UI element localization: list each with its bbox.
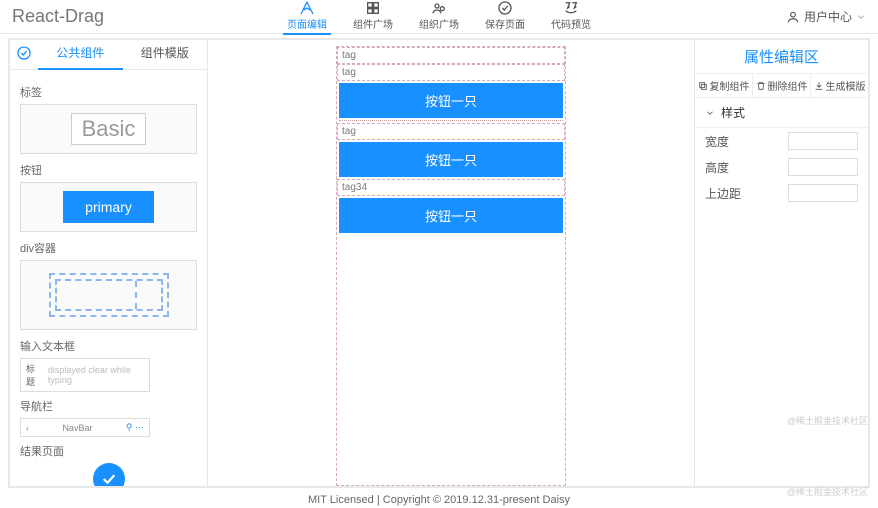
trash-icon xyxy=(756,81,766,91)
panel-title: 属性编辑区 xyxy=(695,40,868,73)
label-input: 输入文本框 xyxy=(20,338,197,354)
canvas-button[interactable]: 按钮一只 xyxy=(339,198,563,233)
canvas-tag[interactable]: tag34 xyxy=(337,179,565,196)
canvas-tag[interactable]: tag xyxy=(337,64,565,81)
canvas-tag[interactable]: tag xyxy=(337,47,565,64)
user-label: 用户中心 xyxy=(804,8,852,25)
label-div: div容器 xyxy=(20,240,197,256)
nav-icon xyxy=(299,0,315,16)
canvas[interactable]: tagtag按钮一只tag按钮一只tag34按钮一只 xyxy=(208,40,694,486)
logo: React-Drag xyxy=(12,6,104,27)
comp-result[interactable] xyxy=(93,463,125,486)
watermark: @稀土掘金技术社区 xyxy=(787,485,868,498)
nav-icon xyxy=(431,0,447,16)
generate-button[interactable]: 生成模版 xyxy=(811,74,868,97)
comp-div[interactable] xyxy=(20,260,197,330)
nav-icon xyxy=(365,0,381,16)
sync-icon[interactable] xyxy=(10,45,38,64)
canvas-tag[interactable]: tag xyxy=(337,123,565,140)
prop-margin-top-input[interactable] xyxy=(788,184,858,202)
nav-0[interactable]: 页面编辑 xyxy=(283,0,331,35)
canvas-root[interactable]: tagtag按钮一只tag按钮一只tag34按钮一只 xyxy=(336,46,566,486)
nav-icon xyxy=(497,0,513,16)
chevron-down-icon xyxy=(705,108,715,118)
nav-4[interactable]: 代码预览 xyxy=(547,0,595,35)
nav-3[interactable]: 保存页面 xyxy=(481,0,529,35)
label-nav: 导航栏 xyxy=(20,398,197,414)
app-header: React-Drag 页面编辑组件广场组织广场保存页面代码预览 用户中心 xyxy=(0,0,878,34)
tab-template[interactable]: 组件模版 xyxy=(123,39,208,70)
comp-input[interactable]: 标题displayed clear while typing xyxy=(20,358,150,392)
prop-height-input[interactable] xyxy=(788,158,858,176)
copy-icon xyxy=(698,81,708,91)
component-panel: 公共组件 组件模版 标签 Basic 按钮 primary div容器 输入文本… xyxy=(10,40,208,486)
prop-width-input[interactable] xyxy=(788,132,858,150)
nav-2[interactable]: 组织广场 xyxy=(415,0,463,35)
user-menu[interactable]: 用户中心 xyxy=(786,8,866,25)
top-nav: 页面编辑组件广场组织广场保存页面代码预览 xyxy=(283,0,595,35)
main-area: 公共组件 组件模版 标签 Basic 按钮 primary div容器 输入文本… xyxy=(8,38,870,488)
nav-icon xyxy=(563,0,579,16)
delete-button[interactable]: 删除组件 xyxy=(753,74,811,97)
separator xyxy=(339,120,563,121)
style-collapse[interactable]: 样式 xyxy=(695,98,868,128)
prop-height-label: 高度 xyxy=(705,159,788,176)
canvas-button[interactable]: 按钮一只 xyxy=(339,142,563,177)
download-icon xyxy=(814,81,824,91)
label-result: 结果页面 xyxy=(20,443,197,459)
nav-1[interactable]: 组件广场 xyxy=(349,0,397,35)
label-tag: 标签 xyxy=(20,84,197,100)
comp-tag[interactable]: Basic xyxy=(20,104,197,154)
user-icon xyxy=(786,10,800,24)
comp-navbar[interactable]: ‹NavBar⚲ ⋯ xyxy=(20,418,150,437)
prop-margin-top-label: 上边距 xyxy=(705,185,788,202)
copy-button[interactable]: 复制组件 xyxy=(695,74,753,97)
footer: MIT Licensed | Copyright © 2019.12.31-pr… xyxy=(0,492,878,508)
chevron-down-icon xyxy=(856,12,866,22)
canvas-button[interactable]: 按钮一只 xyxy=(339,83,563,118)
tab-public[interactable]: 公共组件 xyxy=(38,39,123,70)
component-list: 标签 Basic 按钮 primary div容器 输入文本框 标题displa… xyxy=(10,70,207,486)
prop-width-label: 宽度 xyxy=(705,133,788,150)
comp-button[interactable]: primary xyxy=(20,182,197,232)
watermark: @稀土掘金技术社区 xyxy=(787,414,868,427)
label-button: 按钮 xyxy=(20,162,197,178)
